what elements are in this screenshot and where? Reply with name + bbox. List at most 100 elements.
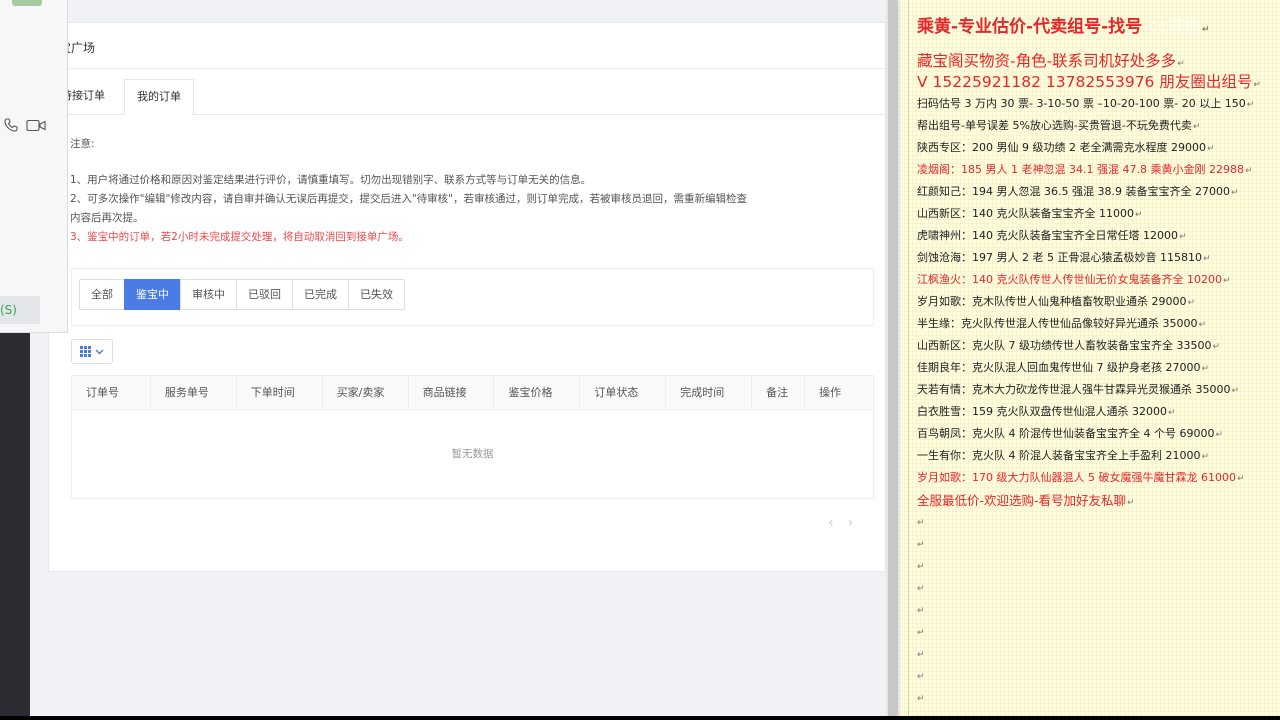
paragraph-mark: ↵ (1177, 59, 1185, 69)
doc-line-text: 帮出组号-单号误差 5%放心选购-买贵管退-不玩免费代卖 (917, 119, 1192, 132)
paragraph-mark: ↵ (1202, 25, 1210, 35)
vertical-scrollbar[interactable] (886, 0, 900, 716)
doc-line: 一生有你：克火队 4 阶混人装备宝宝齐全上手盈利 21000↵ (917, 447, 1209, 463)
title-divider (49, 68, 885, 69)
paragraph-mark: ↵ (1187, 298, 1196, 308)
avatar[interactable] (12, 0, 42, 6)
notice-line: 内容后再次提。 (70, 212, 144, 224)
document-panel: 乘黄-专业估价-代卖组号-找号-cc直播↵ 藏宝阁买物资-角色-联系司机好处多多… (900, 0, 1280, 716)
doc-line-text: V 15225921182 13782553976 朋友圈出组号 (917, 73, 1253, 91)
paragraph-mark: ↵ (1201, 452, 1210, 462)
filter-appraising-button[interactable]: 鉴宝中 (124, 279, 181, 310)
tab-my-orders[interactable]: 我的订单 (124, 79, 194, 116)
doc-line: 山西新区：克火队 7 级功绩传世人畜牧装备宝宝齐全 33500↵ (917, 337, 1220, 353)
doc-line: 半生缘：克火队传世混人传世仙品像较好异光通杀 35000↵ (917, 315, 1206, 331)
paragraph-mark: ↵ (1206, 144, 1215, 154)
doc-line-text: 陕西专区：200 男仙 9 级功绩 2 老全满需克水程度 29000 (917, 141, 1206, 154)
empty-paragraph: ↵ (917, 562, 925, 572)
doc-line: 凌烟阁：185 男人 1 老神忽混 34.1 强混 47.8 乘黄小金刚 229… (917, 161, 1253, 177)
doc-line-text: 全服最低价-欢迎选购-看号加好友私聊 (917, 493, 1127, 508)
empty-paragraph: ↵ (917, 540, 925, 550)
paragraph-mark: ↵ (1127, 498, 1135, 508)
col-order-time: 下单时间 (237, 376, 323, 410)
grid-icon (80, 346, 91, 357)
paragraph-mark: ↵ (1236, 474, 1245, 484)
doc-line-text: 扫码估号 3 万内 30 票- 3-10-50 票 –10-20-100 票- … (917, 97, 1246, 110)
bottom-black-bar (0, 716, 1280, 720)
paragraph-mark: ↵ (1230, 188, 1239, 198)
table-header: 订单号 服务单号 下单时间 买家/卖家 商品链接 鉴宝价格 订单状态 完成时间 … (72, 376, 873, 410)
chevron-down-icon (95, 349, 104, 354)
chat-popup: (S) (0, 0, 68, 333)
doc-line: 红颜知己：194 男人忽混 36.5 强混 38.9 装备宝宝齐全 27000↵ (917, 183, 1239, 199)
paragraph-mark: ↵ (1202, 254, 1211, 264)
col-price: 鉴宝价格 (494, 376, 581, 410)
doc-line: 陕西专区：200 男仙 9 级功绩 2 老全满需克水程度 29000↵ (917, 139, 1215, 155)
col-remark: 备注 (752, 376, 806, 410)
pagination: ‹ › (828, 515, 853, 531)
filter-rejected-button[interactable]: 已驳回 (236, 279, 293, 310)
prev-page-button[interactable]: ‹ (828, 515, 834, 531)
doc-line: 天若有情：克木大力砍龙传世混人强牛甘霖异光灵猴通杀 35000↵ (917, 381, 1239, 397)
doc-line-text: 山西新区：克火队 7 级功绩传世人畜牧装备宝宝齐全 33500 (917, 339, 1212, 352)
chat-status-label[interactable]: (S) (0, 296, 40, 324)
doc-line-text: 江枫渔火：140 克火队传世人传世仙无价女鬼装备齐全 10200 (917, 273, 1222, 286)
phone-icon[interactable] (3, 117, 19, 133)
doc-line: 岁月如歌：克木队传世人仙鬼种植畜牧职业通杀 29000↵ (917, 293, 1195, 309)
empty-state: 暂无数据 (451, 448, 494, 460)
column-settings-dropdown[interactable] (71, 339, 113, 364)
orders-table: 订单号 服务单号 下单时间 买家/卖家 商品链接 鉴宝价格 订单状态 完成时间 … (71, 375, 874, 499)
status-filter-box: 全部 鉴宝中 审核中 已驳回 已完成 已失效 (71, 268, 874, 326)
doc-line-text: 岁月如歌：克木队传世人仙鬼种植畜牧职业通杀 29000 (917, 295, 1187, 308)
doc-line: 扫码估号 3 万内 30 票- 3-10-50 票 –10-20-100 票- … (917, 95, 1254, 111)
next-page-button[interactable]: › (848, 515, 854, 531)
empty-paragraph: ↵ (917, 518, 925, 528)
notice-section: 注意: 1、用户将通过价格和原因对鉴定结果进行评价，请慎重填写。切勿出现错别字、… (70, 135, 870, 247)
col-status: 订单状态 (580, 376, 667, 410)
doc-line-text: 天若有情：克木大力砍龙传世混人强牛甘霖异光灵猴通杀 35000 (917, 383, 1231, 396)
paragraph-mark: ↵ (1192, 122, 1201, 132)
paragraph-mark: ↵ (1201, 364, 1210, 374)
doc-line: 山西新区：140 克火队装备宝宝齐全 11000↵ (917, 205, 1143, 221)
doc-title: 乘黄-专业估价-代卖组号-找号-cc直播↵ (917, 12, 1210, 37)
doc-line: 佳期良年：克火队混人回血鬼传世仙 7 级护身老孩 27000↵ (917, 359, 1209, 375)
paragraph-mark: ↵ (1212, 342, 1221, 352)
status-filter-group: 全部 鉴宝中 审核中 已驳回 已完成 已失效 (79, 279, 405, 310)
filter-all-button[interactable]: 全部 (79, 279, 125, 310)
scrollbar-thumb[interactable] (888, 0, 898, 716)
doc-line: 百鸟朝凤：克火队 4 阶混传世仙装备宝宝齐全 4 个号 69000↵ (917, 425, 1223, 441)
filter-expired-button[interactable]: 已失效 (348, 279, 405, 310)
filter-reviewing-button[interactable]: 审核中 (180, 279, 237, 310)
orders-card: 宝广场 待接订单 我的订单 注意: 1、用户将通过价格和原因对鉴定结果进行评价，… (48, 22, 887, 572)
doc-line-text: 凌烟阁：185 男人 1 老神忽混 34.1 强混 47.8 乘黄小金刚 229… (917, 163, 1244, 176)
doc-line-text: 山西新区：140 克火队装备宝宝齐全 11000 (917, 207, 1134, 220)
paragraph-mark: ↵ (1222, 276, 1231, 286)
empty-paragraph: ↵ (917, 628, 925, 638)
doc-line-text: 佳期良年：克火队混人回血鬼传世仙 7 级护身老孩 27000 (917, 361, 1201, 374)
paragraph-mark: ↵ (1215, 430, 1224, 440)
doc-line: V 15225921182 13782553976 朋友圈出组号↵ (917, 70, 1261, 92)
doc-line: 江枫渔火：140 克火队传世人传世仙无价女鬼装备齐全 10200↵ (917, 271, 1231, 287)
paragraph-mark: ↵ (1178, 232, 1187, 242)
col-actions: 操作 (819, 386, 842, 399)
empty-paragraph: ↵ (917, 584, 925, 594)
doc-line: 虎啸神州：140 克火队装备宝宝齐全日常任塔 12000↵ (917, 227, 1187, 243)
doc-line-text: 虎啸神州：140 克火队装备宝宝齐全日常任塔 12000 (917, 229, 1178, 242)
paragraph-mark: ↵ (1198, 320, 1207, 330)
paragraph-mark: ↵ (1253, 80, 1261, 90)
doc-title-text: 乘黄-专业估价-代卖组号-找号 (917, 17, 1143, 37)
filter-completed-button[interactable]: 已完成 (292, 279, 349, 310)
col-item-link: 商品链接 (409, 376, 495, 410)
notice-line-warning: 3、鉴宝中的订单，若2小时未完成提交处理，将自动取消回到接单广场。 (70, 231, 409, 243)
doc-line: 帮出组号-单号误差 5%放心选购-买贵管退-不玩免费代卖↵ (917, 117, 1200, 133)
empty-paragraph: ↵ (917, 650, 925, 660)
doc-line: 全服最低价-欢迎选购-看号加好友私聊↵ (917, 490, 1135, 509)
col-finish-time: 完成时间 (666, 376, 753, 410)
web-page: 宝广场 待接订单 我的订单 注意: 1、用户将通过价格和原因对鉴定结果进行评价，… (30, 0, 887, 716)
video-call-icon[interactable] (26, 119, 46, 132)
empty-paragraph: ↵ (917, 606, 925, 616)
doc-line-text: 岁月如歌：170 级大力队仙器混人 5 破女魔强牛魔甘霖龙 61000 (917, 471, 1236, 484)
col-buyer-seller: 买家/卖家 (323, 376, 409, 410)
doc-line-text: 半生缘：克火队传世混人传世仙品像较好异光通杀 35000 (917, 317, 1198, 330)
doc-line: 白衣胜雪：159 克火队双盘传世仙混人通杀 32000↵ (917, 403, 1176, 419)
